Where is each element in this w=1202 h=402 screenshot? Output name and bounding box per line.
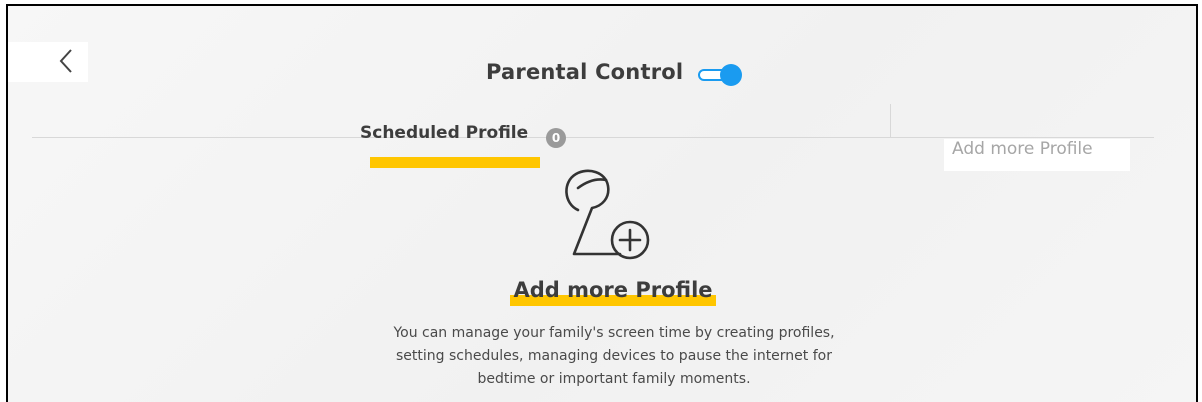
app-panel: Parental Control Scheduled Profile 0 Add… — [6, 4, 1198, 402]
profile-count-badge: 0 — [546, 128, 566, 148]
tab-divider — [32, 137, 1154, 138]
description-line: setting schedules, managing devices to p… — [396, 348, 832, 364]
add-profile-icon[interactable] — [548, 158, 658, 268]
cta-label: Add more Profile — [513, 278, 713, 302]
description-line: bedtime or important family moments. — [477, 371, 751, 387]
tab-scheduled-label: Scheduled Profile — [360, 123, 529, 143]
tab-add-more-profile[interactable]: Add more Profile — [952, 139, 1093, 159]
add-more-profile-button[interactable]: Add more Profile — [502, 276, 722, 312]
description-line: You can manage your family's screen time… — [393, 325, 835, 341]
back-button[interactable] — [52, 46, 80, 76]
chevron-left-icon — [59, 49, 72, 73]
empty-state-description: You can manage your family's screen time… — [356, 322, 872, 391]
toggle-knob — [720, 64, 742, 86]
parental-control-toggle[interactable] — [698, 64, 742, 86]
tab-separator — [890, 104, 891, 137]
page-title: Parental Control — [486, 60, 684, 84]
tab-highlight — [370, 157, 540, 168]
